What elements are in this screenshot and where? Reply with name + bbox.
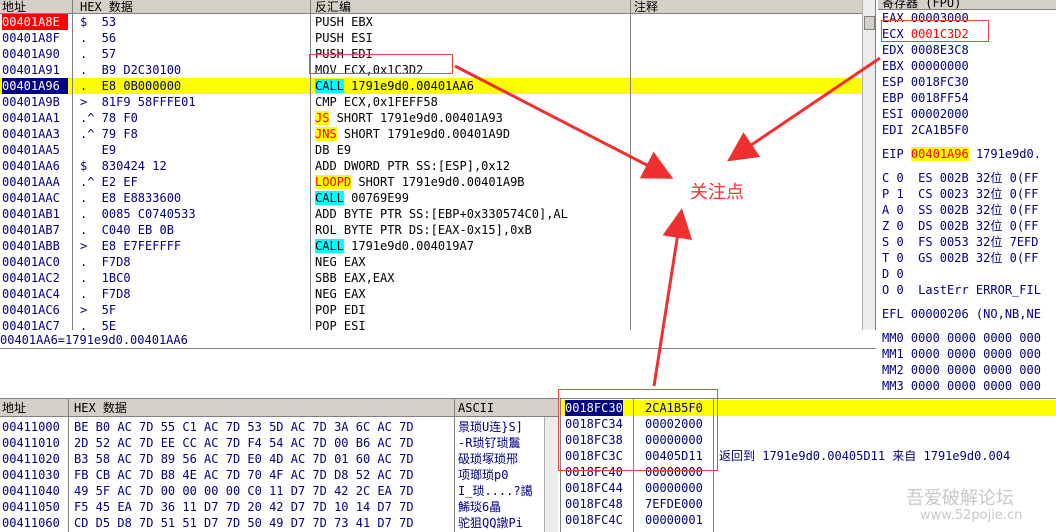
annotation-arrows [454, 56, 881, 387]
arrow-to-stack [652, 208, 693, 387]
arrow-to-mov [454, 64, 674, 179]
watermark-url: www.52pojie.cn [920, 508, 1023, 523]
arrow-to-ecx [727, 56, 881, 162]
watermark-title: 吾爱破解论坛 [906, 488, 1014, 509]
